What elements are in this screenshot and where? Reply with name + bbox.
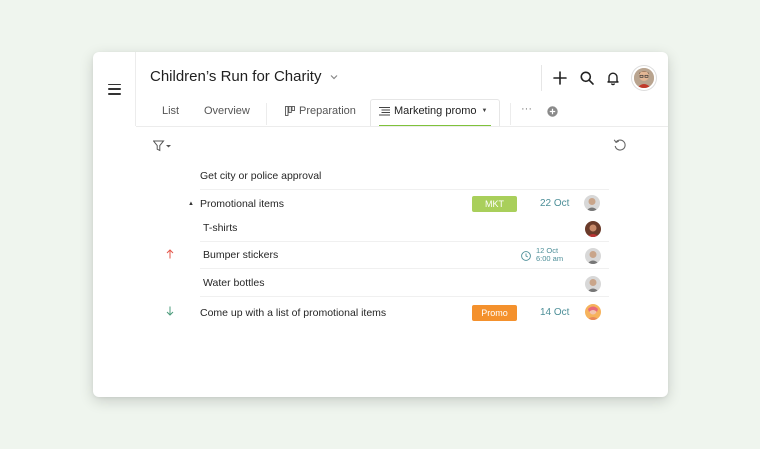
tag-promo[interactable]: Promo (472, 304, 517, 321)
project-title-text: Children’s Run for Charity (150, 68, 322, 85)
task-row[interactable]: Get city or police approval (200, 163, 609, 190)
board-icon (285, 106, 295, 116)
tab-overview[interactable]: Overview (204, 105, 250, 117)
task-date[interactable]: 22 Oct (540, 198, 613, 209)
collapse-caret-icon[interactable]: ▲ (188, 201, 194, 207)
caret-down-icon[interactable]: ▼ (482, 108, 488, 114)
toolbar-divider (541, 65, 542, 91)
refresh-icon[interactable] (613, 138, 627, 152)
view-tabs: List Overview Preparation Marketing prom… (136, 99, 668, 127)
assignee-avatar[interactable] (585, 304, 601, 320)
search-icon[interactable] (578, 69, 596, 87)
subtask-row[interactable]: Water bottles (200, 270, 609, 297)
more-label: ··· (521, 103, 532, 115)
subtask-row[interactable]: Bumper stickers 12 Oct 6:00 am (166, 242, 609, 269)
clock-icon (521, 251, 531, 261)
due-date[interactable]: 12 Oct 6:00 am (536, 247, 563, 263)
plus-icon[interactable] (551, 69, 569, 87)
tab-label: Overview (204, 105, 250, 117)
assignee-avatar[interactable] (585, 248, 601, 264)
tab-label: List (162, 105, 180, 117)
arrow-down-icon (166, 306, 174, 319)
assignee-avatar[interactable] (585, 221, 601, 237)
tag-mkt[interactable]: MKT (472, 195, 517, 212)
assignee-avatar[interactable] (584, 195, 600, 211)
assignee-avatar[interactable] (585, 276, 601, 292)
tab-label: Marketing promo (394, 105, 477, 117)
chevron-down-icon[interactable] (329, 72, 339, 82)
bell-icon[interactable] (604, 69, 622, 87)
task-row[interactable]: ▲ Promotional items MKT 22 Oct (188, 190, 609, 217)
task-date[interactable]: 14 Oct (540, 307, 569, 318)
add-tab-icon[interactable] (547, 106, 558, 117)
task-row[interactable]: Come up with a list of promotional items… (166, 299, 609, 326)
due-date-time: 6:00 am (536, 254, 564, 263)
user-avatar[interactable] (632, 66, 656, 90)
project-title[interactable]: Children’s Run for Charity (150, 68, 339, 85)
tab-divider (266, 103, 267, 125)
more-tabs-button[interactable]: ··· (521, 103, 532, 115)
tab-list[interactable]: List (162, 105, 179, 117)
project-window: Children’s Run for Charity List Overview (93, 52, 668, 397)
tab-label: Preparation (299, 105, 356, 117)
menu-icon[interactable] (107, 83, 121, 95)
subtask-row[interactable]: T-shirts (200, 215, 609, 242)
tab-preparation[interactable]: Preparation (285, 105, 356, 117)
filter-icon[interactable] (153, 140, 173, 152)
arrow-up-icon (166, 248, 174, 262)
tab-marketing-promo[interactable]: Marketing promo ▼ (379, 105, 488, 117)
header-divider (136, 126, 668, 127)
tab-divider (510, 103, 511, 125)
task-label: Get city or police approval (200, 170, 322, 182)
task-label: Water bottles (203, 277, 265, 289)
task-label: T-shirts (203, 222, 238, 234)
list-icon (379, 106, 390, 116)
menu-column (93, 52, 136, 126)
